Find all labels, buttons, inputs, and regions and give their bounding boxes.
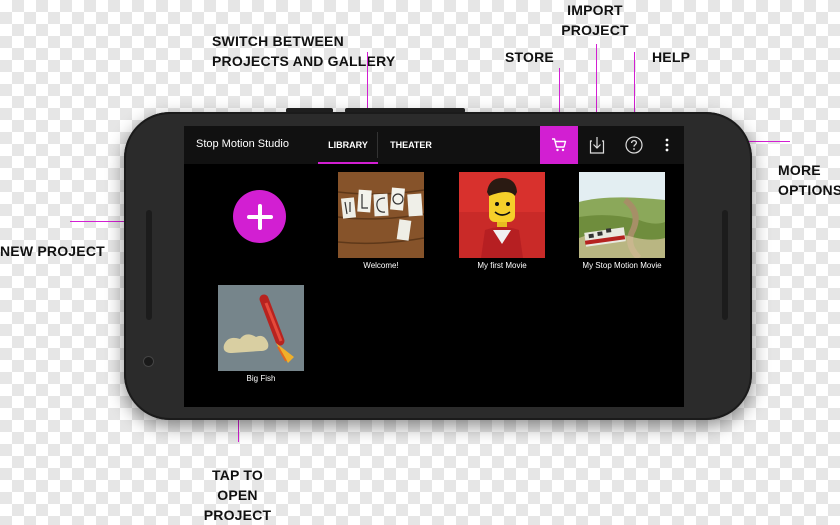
app-screen: Stop Motion Studio LIBRARY THEATER Welco… bbox=[184, 126, 684, 407]
project-caption: Big Fish bbox=[246, 374, 276, 383]
app-bar: Stop Motion Studio LIBRARY THEATER bbox=[184, 126, 684, 164]
right-speaker bbox=[722, 210, 728, 320]
new-project-button[interactable] bbox=[233, 190, 286, 243]
project-image-my-stop-motion-movie bbox=[579, 172, 665, 258]
plus-icon bbox=[246, 203, 273, 230]
callout-new-project: NEW PROJECT bbox=[0, 241, 105, 261]
callout-store-text: STORE bbox=[505, 49, 554, 65]
tab-library[interactable]: LIBRARY bbox=[318, 126, 378, 164]
project-image-welcome bbox=[338, 172, 424, 258]
callout-store: STORE bbox=[505, 47, 554, 67]
project-thumbnail-big-fish[interactable]: Big Fish bbox=[218, 285, 304, 383]
front-camera bbox=[144, 357, 153, 366]
project-caption: My first Movie bbox=[477, 261, 527, 270]
more-vert-icon bbox=[665, 138, 669, 152]
project-thumbnail-my-first-movie[interactable]: My first Movie bbox=[459, 172, 545, 270]
project-image-big-fish bbox=[218, 285, 304, 371]
more-options-button[interactable] bbox=[648, 126, 684, 164]
project-caption: My Stop Motion Movie bbox=[582, 261, 662, 270]
import-project-button[interactable] bbox=[578, 126, 616, 164]
project-thumbnail-my-stop-motion-movie[interactable]: My Stop Motion Movie bbox=[579, 172, 665, 270]
callout-tap-to-open-text: TAP TO OPEN PROJECT bbox=[203, 467, 272, 523]
tab-divider bbox=[377, 132, 378, 158]
callout-more-text: MORE OPTIONS bbox=[778, 162, 840, 198]
project-thumbnail-welcome[interactable]: Welcome! bbox=[338, 172, 424, 270]
callout-new-project-text: NEW PROJECT bbox=[0, 243, 105, 259]
callout-help-text: HELP bbox=[652, 49, 691, 65]
help-icon bbox=[625, 136, 643, 154]
callout-tap-to-open: TAP TO OPEN PROJECT bbox=[190, 465, 285, 525]
project-caption: Welcome! bbox=[363, 261, 399, 270]
callout-help: HELP bbox=[652, 47, 690, 67]
cart-icon bbox=[552, 138, 567, 152]
callout-more: MORE OPTIONS bbox=[778, 160, 840, 200]
store-button[interactable] bbox=[540, 126, 578, 164]
callout-switch: SWITCH BETWEEN PROJECTS AND GALLERY bbox=[212, 31, 412, 71]
left-speaker bbox=[146, 210, 152, 320]
import-icon bbox=[589, 137, 605, 154]
tab-library-label: LIBRARY bbox=[328, 140, 368, 150]
callout-import-text: IMPORT PROJECT bbox=[561, 2, 629, 38]
callout-import: IMPORT PROJECT bbox=[560, 0, 630, 40]
tab-theater[interactable]: THEATER bbox=[380, 126, 442, 164]
app-title: Stop Motion Studio bbox=[196, 138, 289, 150]
tab-theater-label: THEATER bbox=[390, 140, 432, 150]
project-image-my-first-movie bbox=[459, 172, 545, 258]
